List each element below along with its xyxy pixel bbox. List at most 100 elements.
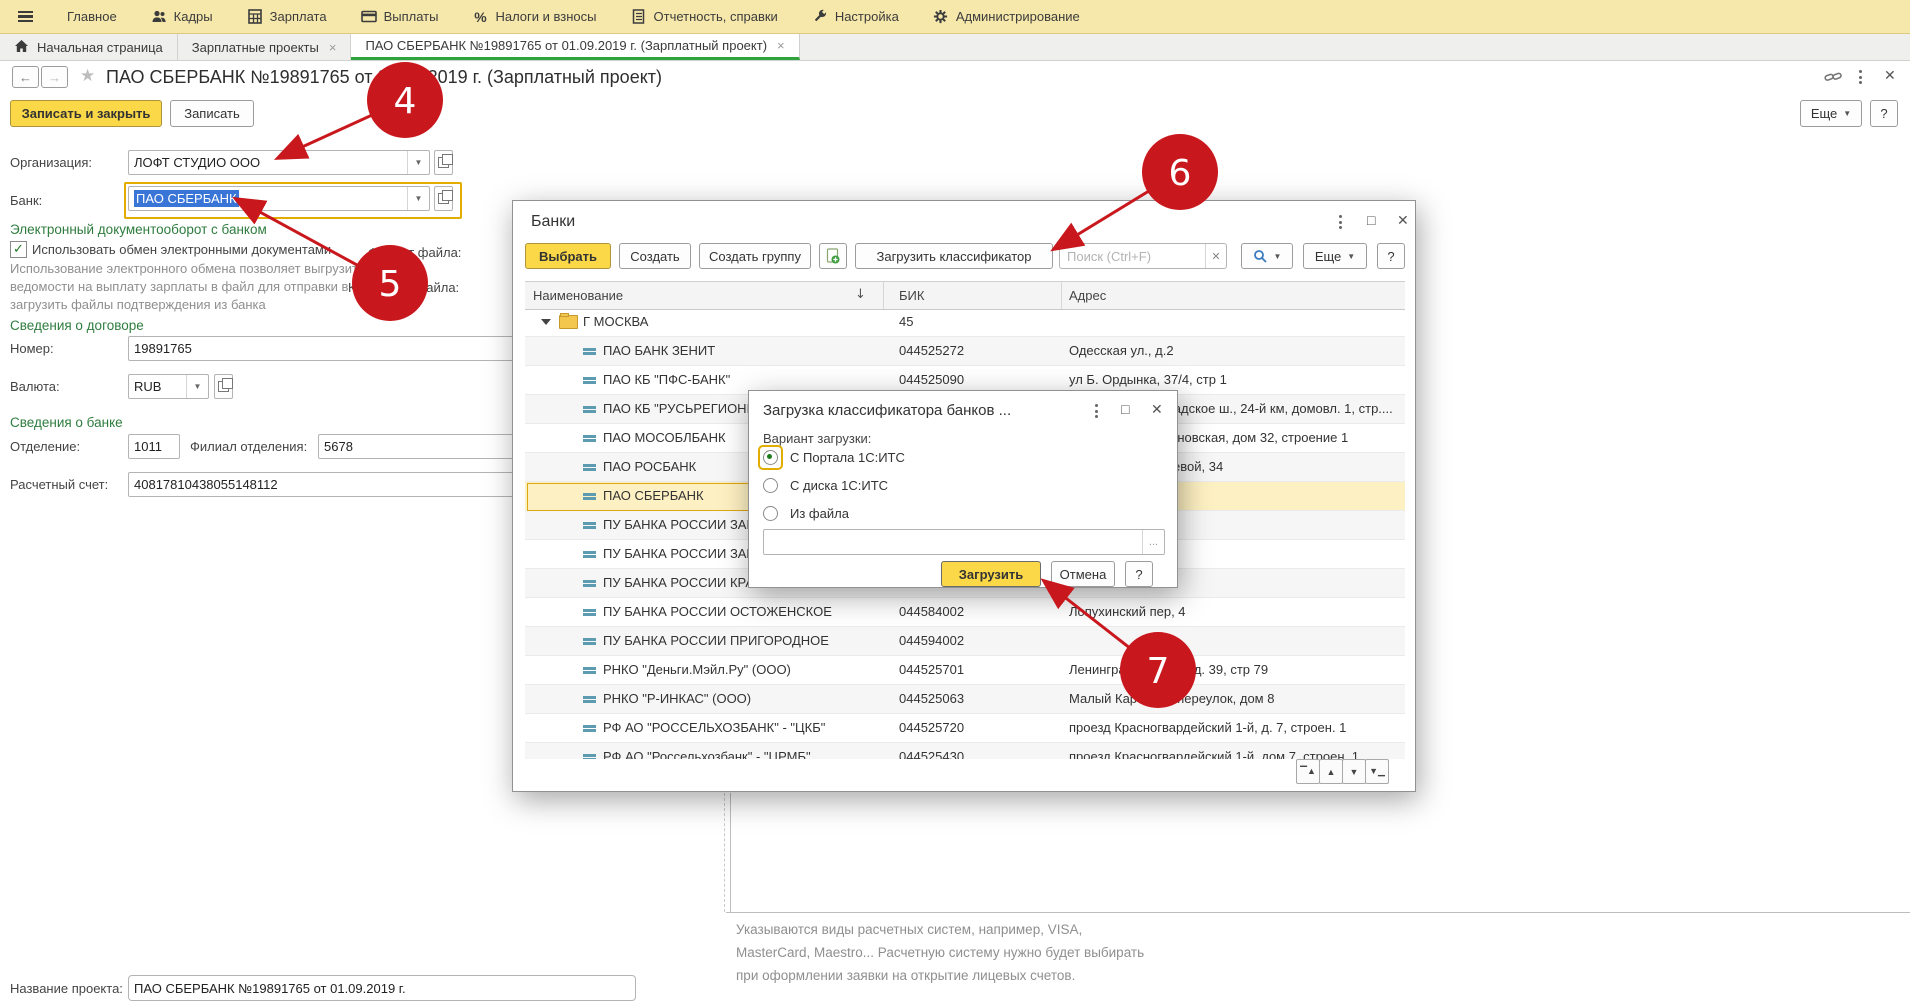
currency-field[interactable]: RUB▼	[128, 374, 209, 399]
bank-address: Лопухинский пер, 4	[1069, 604, 1401, 619]
banks-create-group-button[interactable]: Создать группу	[699, 243, 811, 269]
bank-name: РФ АО "Россельхозбанк" - "ЦРМБ"	[603, 749, 871, 759]
radio-option-1[interactable]: С диска 1С:ИТС	[761, 476, 888, 495]
create-new-from-icon-button[interactable]	[819, 243, 847, 269]
cancel-button[interactable]: Отмена	[1051, 561, 1115, 587]
tab-label: Зарплатные проекты	[192, 40, 319, 55]
tab-0[interactable]: Начальная страница	[0, 34, 178, 60]
branch-field[interactable]: 1011	[128, 434, 180, 459]
payment-area-bottom-border	[726, 912, 1910, 913]
save-close-button[interactable]: Записать и закрыть	[10, 100, 162, 127]
table-row[interactable]: РФ АО "Россельхозбанк" - "ЦРМБ"044525430…	[525, 743, 1405, 759]
branch-label: Отделение:	[10, 439, 80, 454]
calculator-icon	[247, 9, 263, 25]
load-button[interactable]: Загрузить	[941, 561, 1041, 587]
org-field[interactable]: ЛОФТ СТУДИО ООО▼	[128, 150, 430, 175]
home-icon	[14, 39, 29, 56]
menu-item-кадры[interactable]: Кадры	[151, 9, 213, 25]
menu-item-label: Администрирование	[956, 9, 1080, 24]
menu-item-настройка[interactable]: Настройка	[812, 9, 899, 25]
bank-item-icon	[583, 464, 596, 467]
window-more-icon[interactable]	[1859, 70, 1862, 84]
file-path-field[interactable]: ...	[763, 529, 1165, 555]
clear-search-icon[interactable]: ✕	[1205, 244, 1226, 268]
banks-search-input[interactable]: Поиск (Ctrl+F) ✕	[1059, 243, 1227, 269]
main-menubar: Главное Кадры Зарплата Выплаты %Налоги и взн…	[0, 0, 1910, 34]
menu-item-label: Настройка	[835, 9, 899, 24]
bank-item-icon	[583, 377, 596, 380]
sort-desc-icon: ↓	[855, 287, 866, 302]
form-help-button[interactable]: ?	[1870, 100, 1898, 127]
currency-open-button[interactable]	[214, 374, 233, 399]
browse-icon[interactable]: ...	[1142, 530, 1164, 554]
project-name-field[interactable]: ПАО СБЕРБАНК №19891765 от 01.09.2019 г.	[128, 975, 636, 1001]
banks-maximize-icon[interactable]: □	[1367, 212, 1375, 228]
tab-1[interactable]: Зарплатные проекты ×	[178, 34, 352, 60]
menu-item-label: Налоги и взносы	[495, 9, 596, 24]
link-icon[interactable]	[1824, 70, 1842, 87]
close-form-icon[interactable]: ✕	[1884, 67, 1896, 84]
loader-help-button[interactable]: ?	[1125, 561, 1153, 587]
close-tab-icon[interactable]: ×	[329, 40, 337, 55]
table-row[interactable]: РНКО "Р-ИНКАС" (ООО)044525063Малый Карет…	[525, 685, 1405, 714]
menu-item-главное[interactable]: Главное	[67, 9, 117, 24]
menu-item-налоги-и-взносы[interactable]: %Налоги и взносы	[472, 9, 596, 25]
radio-option-0[interactable]: С Портала 1С:ИТС	[761, 448, 905, 467]
loader-more-icon[interactable]	[1095, 404, 1098, 418]
banks-close-icon[interactable]: ✕	[1397, 212, 1409, 229]
bank-name: ПУ БАНКА РОССИИ ПРИГОРОДНОЕ	[603, 633, 871, 648]
table-row[interactable]: Г МОСКВА45	[525, 308, 1405, 337]
table-row[interactable]: РФ АО "РОССЕЛЬХОЗБАНК" - "ЦКБ"044525720п…	[525, 714, 1405, 743]
contract-number-label: Номер:	[10, 341, 54, 356]
bank-bik: 044525720	[899, 720, 1049, 735]
menu-item-отчетность-справки[interactable]: Отчетность, справки	[631, 9, 778, 25]
bank-address: ул Б. Ордынка, 37/4, стр 1	[1069, 372, 1401, 387]
banks-create-button[interactable]: Создать	[619, 243, 691, 269]
go-first-icon[interactable]: ▔▲	[1296, 759, 1320, 784]
table-row[interactable]: ПУ БАНКА РОССИИ ОСТОЖЕНСКОЕ044584002Лопу…	[525, 598, 1405, 627]
forward-button[interactable]: →	[41, 66, 68, 88]
menu-item-зарплата[interactable]: Зарплата	[247, 9, 327, 25]
table-row[interactable]: ПУ БАНКА РОССИИ ПРИГОРОДНОЕ044594002	[525, 627, 1405, 656]
banks-help-button[interactable]: ?	[1377, 243, 1405, 269]
loader-close-icon[interactable]: ✕	[1151, 401, 1163, 418]
go-next-icon[interactable]: ▼	[1342, 759, 1366, 784]
bank-name: РНКО "Деньги.Мэйл.Ру" (ООО)	[603, 662, 871, 677]
go-prev-icon[interactable]: ▲	[1319, 759, 1343, 784]
loader-maximize-icon[interactable]: □	[1121, 401, 1129, 417]
favorite-star-icon[interactable]: ★	[80, 66, 95, 86]
go-last-icon[interactable]: ▼▁	[1365, 759, 1389, 784]
banks-search-button[interactable]: ▼	[1241, 243, 1293, 269]
bankinfo-section-header: Сведения о банке	[10, 415, 123, 430]
banks-more-icon[interactable]	[1339, 215, 1342, 229]
bank-open-button[interactable]	[434, 186, 453, 211]
menu-item-администрирование[interactable]: Администрирование	[933, 9, 1080, 25]
close-tab-icon[interactable]: ×	[777, 38, 785, 53]
menu-item-label: Кадры	[174, 9, 213, 24]
bank-item-icon	[583, 725, 596, 728]
bank-item-icon	[583, 406, 596, 409]
banks-table-header[interactable]: Наименование ↓ БИК Адрес	[525, 281, 1405, 310]
table-row[interactable]: ПАО БАНК ЗЕНИТ044525272Одесская ул., д.2	[525, 337, 1405, 366]
menu-item-label: Главное	[67, 9, 117, 24]
org-open-button[interactable]	[434, 150, 453, 175]
bank-name: ПАО КБ "ПФС-БАНК"	[603, 372, 871, 387]
banks-more-button[interactable]: Еще▼	[1303, 243, 1367, 269]
radio-option-2[interactable]: Из файла	[761, 504, 849, 523]
edo-checkbox[interactable]: ✓	[10, 241, 27, 258]
tab-2[interactable]: ПАО СБЕРБАНК №19891765 от 01.09.2019 г. …	[351, 34, 799, 60]
bank-item-icon	[583, 435, 596, 438]
back-button[interactable]: ←	[12, 66, 39, 88]
form-more-button[interactable]: Еще▼	[1800, 100, 1862, 127]
menu-item-выплаты[interactable]: Выплаты	[361, 9, 439, 25]
bank-item-icon	[583, 638, 596, 641]
expander-icon[interactable]	[541, 319, 551, 325]
table-row[interactable]: РНКО "Деньги.Мэйл.Ру" (ООО)044525701Лени…	[525, 656, 1405, 685]
bank-field[interactable]: ПАО СБЕРБАНК ▼	[128, 186, 430, 211]
save-button[interactable]: Записать	[170, 100, 254, 127]
banks-select-button[interactable]: Выбрать	[525, 243, 611, 269]
edo-checkbox-label: Использовать обмен электронными документ…	[32, 242, 331, 257]
load-classifier-button[interactable]: Загрузить классификатор	[855, 243, 1053, 269]
column-name: Наименование	[533, 288, 623, 303]
main-menu-button[interactable]	[18, 9, 33, 24]
